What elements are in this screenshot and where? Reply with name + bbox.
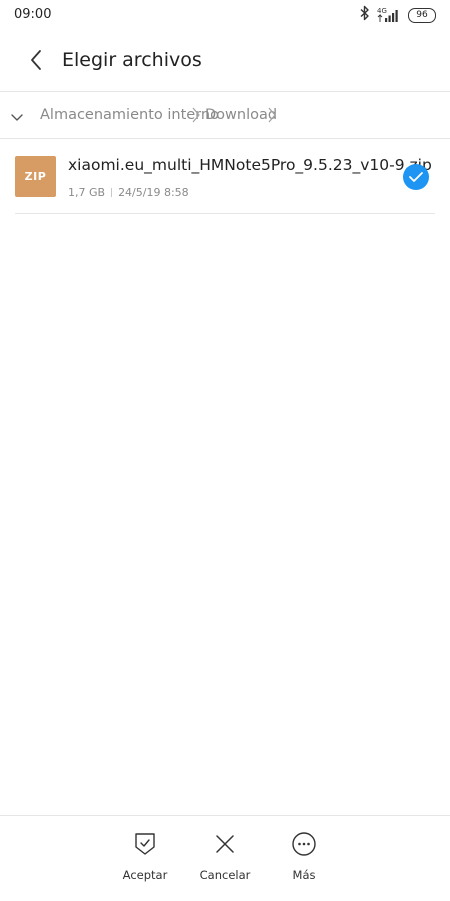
close-icon [214, 833, 236, 859]
header: Elegir archivos [0, 40, 450, 84]
breadcrumb-divider [0, 138, 450, 139]
more-label: Más [292, 868, 316, 882]
file-meta: 1,7 GB 24/5/19 8:58 [68, 186, 189, 199]
file-size: 1,7 GB [68, 186, 106, 199]
back-button[interactable] [22, 48, 50, 76]
status-icons: 4G 96 [360, 5, 436, 25]
accept-button[interactable]: Aceptar [110, 833, 180, 883]
page-title: Elegir archivos [62, 49, 202, 71]
status-bar: 09:00 4G 96 [0, 0, 450, 30]
accept-label: Aceptar [122, 868, 168, 882]
accept-icon [133, 831, 157, 861]
bottom-action-bar: Aceptar Cancelar Más [0, 815, 450, 901]
checkmark-icon [408, 168, 424, 187]
cancel-button[interactable]: Cancelar [190, 833, 260, 883]
breadcrumb-chevron-icon [267, 106, 277, 128]
selected-checkbox[interactable] [403, 164, 429, 190]
breadcrumb-chevron-icon [191, 106, 201, 128]
header-divider [0, 91, 450, 92]
more-button[interactable]: Más [269, 831, 339, 883]
file-list-item[interactable]: ZIP xiaomi.eu_multi_HMNote5Pro_9.5.23_v1… [0, 146, 450, 212]
zip-file-icon: ZIP [15, 156, 56, 197]
chevron-left-icon [29, 49, 43, 75]
file-row-divider [15, 213, 435, 214]
cancel-label: Cancelar [199, 868, 251, 882]
bluetooth-icon [360, 5, 370, 25]
status-time: 09:00 [14, 7, 52, 22]
meta-divider [111, 188, 113, 197]
signal-icon: 4G [377, 7, 401, 23]
file-date: 24/5/19 8:58 [118, 186, 189, 199]
battery-indicator: 96 [408, 7, 436, 23]
more-icon [291, 831, 317, 861]
breadcrumb-toggle[interactable] [8, 107, 26, 125]
breadcrumb: Almacenamiento interno Download [0, 97, 450, 137]
chevron-down-icon [10, 107, 24, 126]
file-name: xiaomi.eu_multi_HMNote5Pro_9.5.23_v10-9.… [68, 156, 432, 174]
